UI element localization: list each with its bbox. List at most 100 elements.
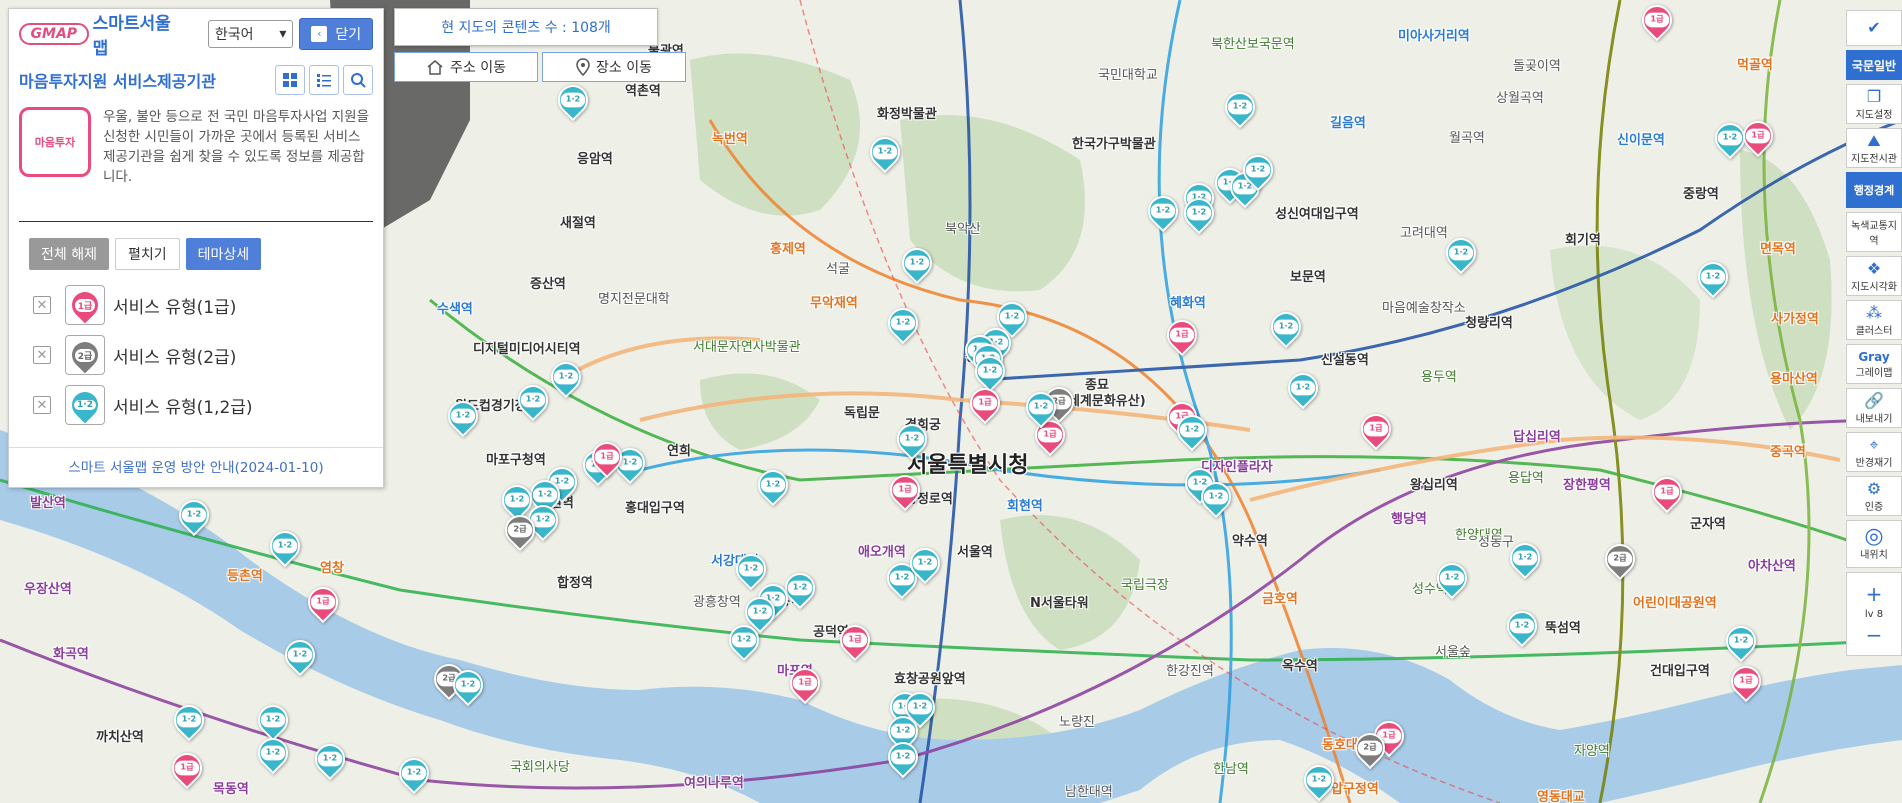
service-pin-marker[interactable]: 1·2 xyxy=(1019,385,1063,432)
theme-detail-button[interactable]: 테마상세 xyxy=(185,238,262,270)
toolbar-toggle[interactable]: ✔ xyxy=(1846,10,1902,46)
service-pin-marker[interactable]: 1·2 xyxy=(1439,231,1483,278)
close-icon[interactable]: ✕ xyxy=(33,296,51,314)
service-pin-marker[interactable]: 1급 xyxy=(783,661,827,708)
service-pin-marker[interactable]: 1급 xyxy=(1635,0,1679,45)
service-pin-marker[interactable]: 1·2 xyxy=(890,417,934,464)
service-pin-marker[interactable]: 1급 xyxy=(883,468,927,515)
gray-map-button[interactable]: Gray 그레이맵 xyxy=(1846,344,1902,384)
gear-icon: ⚙ xyxy=(1866,478,1882,498)
service-pin-marker[interactable]: 1·2 xyxy=(1503,536,1547,583)
service-pin-marker[interactable]: 1·2 xyxy=(544,355,588,402)
service-pin-marker[interactable]: 1·2 xyxy=(1691,255,1735,302)
service-pin-marker[interactable]: 1·2 xyxy=(1297,758,1341,803)
service-pin-marker[interactable]: 1·2 xyxy=(551,78,595,125)
pin-label: 1·2 xyxy=(176,712,202,728)
app-logo[interactable]: GMAP 스마트서울맵 xyxy=(19,9,186,59)
pin-label: 1·2 xyxy=(553,369,579,385)
cluster-icon: ⁂ xyxy=(1866,302,1882,322)
service-pin-marker[interactable]: 1·2 xyxy=(1281,366,1325,413)
service-pin-marker[interactable]: 1·2 xyxy=(1430,556,1474,603)
pin-label: 1·2 xyxy=(747,604,773,620)
green-zone-button[interactable]: 녹색교통지역 xyxy=(1846,212,1902,252)
service-pin-marker[interactable]: 1·2 xyxy=(278,633,322,680)
service-pin-marker[interactable]: 1급 xyxy=(1160,313,1204,360)
zoom-level: lv 8 xyxy=(1864,608,1884,620)
my-location-button[interactable]: ◎ 내위치 xyxy=(1846,520,1902,568)
service-pin-marker[interactable]: 2급 xyxy=(1348,726,1392,773)
expand-button[interactable]: 펼치기 xyxy=(114,238,180,270)
service-pin-marker[interactable]: 1·2 xyxy=(1194,475,1238,522)
service-pin-marker[interactable]: 1·2 xyxy=(881,735,925,782)
service-pin-marker[interactable]: 1·2 xyxy=(1500,604,1544,651)
cluster-button[interactable]: ⁂ 클러스터 xyxy=(1846,300,1902,340)
close-panel-button[interactable]: ‹ 닫기 xyxy=(299,18,373,50)
service-pin-marker[interactable]: 1·2 xyxy=(1218,85,1262,132)
export-button[interactable]: 🔗 내보내기 xyxy=(1846,388,1902,428)
pin-label: 1·2 xyxy=(287,647,313,663)
service-pin-marker[interactable]: 1급 xyxy=(165,746,209,793)
service-pin-marker[interactable]: 1·2 xyxy=(1170,408,1214,455)
service-pin-marker[interactable]: 1·2 xyxy=(1708,116,1752,163)
admin-boundary-button[interactable]: 행정경계 xyxy=(1846,172,1902,208)
service-pin-marker[interactable]: 1급 xyxy=(1724,659,1768,706)
service-pin-marker[interactable]: 1·2 xyxy=(263,524,307,571)
service-pin-marker[interactable]: 1급 xyxy=(585,435,629,482)
map-gallery-button[interactable]: ⛰ 지도전시관 xyxy=(1846,128,1902,168)
service-pin-marker[interactable]: 1급 xyxy=(1645,470,1689,517)
service-pin-marker[interactable]: 1·2 xyxy=(881,301,925,348)
pin-label: 1·2 xyxy=(999,309,1025,325)
map-type-button[interactable]: 국문일반 xyxy=(1846,50,1902,80)
place-move-button[interactable]: 장소 이동 xyxy=(542,52,686,82)
language-select[interactable]: 한국어 ▾ xyxy=(207,20,294,48)
service-pin-marker[interactable]: 1·2 xyxy=(863,130,907,177)
service-pin-marker[interactable]: 1급 xyxy=(833,618,877,665)
map-visualize-button[interactable]: ❖ 지도시각화 xyxy=(1846,256,1902,296)
service-pin-marker[interactable]: 1·2 xyxy=(722,618,766,665)
deselect-all-button[interactable]: 전체 해제 xyxy=(29,238,109,270)
service-pin-marker[interactable]: 1·2 xyxy=(1177,191,1221,238)
service-pin-marker[interactable]: 1·2 xyxy=(778,566,822,613)
service-pin-marker[interactable]: 1급 xyxy=(1354,407,1398,454)
service-pin-marker[interactable]: 1·2 xyxy=(751,463,795,510)
service-pin-marker[interactable]: 1급 xyxy=(301,580,345,627)
service-pin-marker[interactable]: 2급 xyxy=(498,508,542,555)
grid-view-button[interactable] xyxy=(275,65,305,95)
service-pin-marker[interactable]: 1급 xyxy=(1736,114,1780,161)
service-pin-marker[interactable]: 1·2 xyxy=(446,663,490,710)
service-pin-marker[interactable]: 1·2 xyxy=(251,731,295,778)
close-icon[interactable]: ✕ xyxy=(33,346,51,364)
pin-label: 2급 xyxy=(1357,740,1383,756)
auth-button[interactable]: ⚙ 인증 xyxy=(1846,476,1902,516)
location-icon: ⌖ xyxy=(1869,434,1879,454)
service-pin-marker[interactable]: 1·2 xyxy=(172,493,216,540)
zoom-out-button[interactable]: − xyxy=(1866,625,1883,645)
radius-button[interactable]: ⌖ 반경재기 xyxy=(1846,432,1902,472)
list-view-button[interactable] xyxy=(309,65,339,95)
legend-item-type2[interactable]: ✕ 2급 서비스 유형(2급) xyxy=(9,330,383,380)
notice-link[interactable]: 스마트 서울맵 운영 방안 안내(2024-01-10) xyxy=(9,447,383,487)
service-pin-marker[interactable]: 1·2 xyxy=(441,394,485,441)
service-pin-marker[interactable]: 1·2 xyxy=(1719,619,1763,666)
pin-label: 1·2 xyxy=(890,723,916,739)
service-pin-marker[interactable]: 2급 xyxy=(1598,537,1642,584)
zoom-in-button[interactable]: + xyxy=(1866,584,1883,604)
service-pin-marker[interactable]: 1·2 xyxy=(392,751,436,798)
legend-item-type1[interactable]: ✕ 1급 서비스 유형(1급) xyxy=(9,280,383,330)
service-pin-marker[interactable]: 1·2 xyxy=(511,378,555,425)
service-pin-marker[interactable]: 1·2 xyxy=(1236,148,1280,195)
service-pin-marker[interactable]: 1·2 xyxy=(1141,189,1185,236)
service-pin-marker[interactable]: 1·2 xyxy=(895,241,939,288)
service-pin-marker[interactable]: 1·2 xyxy=(1264,305,1308,352)
legend-item-type12[interactable]: ✕ 1·2 서비스 유형(1,2급) xyxy=(9,380,383,430)
service-pin-marker[interactable]: 1급 xyxy=(963,381,1007,428)
theme-panel: GMAP 스마트서울맵 한국어 ▾ ‹ 닫기 마음투자지원 서비스제공기관 마음… xyxy=(8,8,384,488)
address-move-button[interactable]: 주소 이동 xyxy=(394,52,538,82)
map-settings-button[interactable]: ❐ 지도설정 xyxy=(1846,84,1902,124)
service-pin-marker[interactable]: 1·2 xyxy=(167,698,211,745)
service-pin-marker[interactable]: 1·2 xyxy=(903,541,947,588)
service-pin-marker[interactable]: 1·2 xyxy=(308,737,352,784)
close-icon[interactable]: ✕ xyxy=(33,396,51,414)
search-button[interactable] xyxy=(343,65,373,95)
pin-icon-type2: 2급 xyxy=(65,335,105,375)
